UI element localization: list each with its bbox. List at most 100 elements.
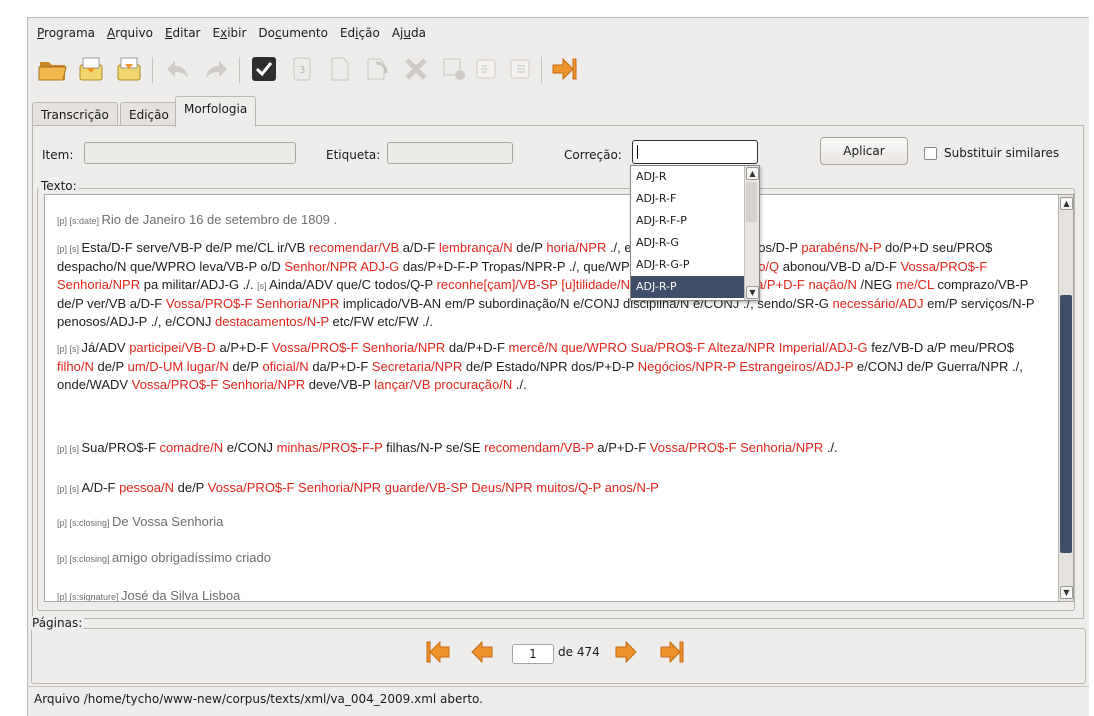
text-token: Sua/PRO$-F <box>81 440 160 455</box>
etiqueta-field[interactable] <box>387 142 513 164</box>
dropdown-option[interactable]: ADJ-R-G-P <box>631 254 744 276</box>
correcao-dropdown[interactable]: ADJ-R ADJ-R-F ADJ-R-F-P ADJ-R-G ADJ-R-G-P ADJ… <box>630 165 760 301</box>
page-number-input[interactable]: 1 <box>512 644 554 664</box>
highlighted-token: Vossa/PRO$-F Senhoria/NPR <box>271 340 446 355</box>
text-paragraph: [p] [s] Sua/PRO$-F comadre/N e/CONJ minh… <box>57 439 1047 458</box>
replace-similar-checkbox[interactable] <box>924 147 937 160</box>
markup-tag: [p] [s] <box>57 344 82 354</box>
text-token: fez/VB-D a/P meu/PRO$ <box>867 340 1015 355</box>
last-page-icon[interactable] <box>658 638 686 669</box>
markup-tag: [p] [s:signature] <box>57 592 122 602</box>
dropdown-option[interactable]: ADJ-R-G <box>631 232 744 254</box>
markup-tag: [p] [s] <box>57 444 82 454</box>
menu-item-text: Ed <box>339 26 356 40</box>
text-token: etc/FW etc/FW ./. <box>328 314 433 329</box>
text-token: Ainda/ADV que/C todos/Q-P <box>269 277 437 292</box>
markup-tag: [p] [s] <box>57 484 82 494</box>
apply-button[interactable]: Aplicar <box>820 137 908 165</box>
add-item-icon[interactable] <box>437 52 471 86</box>
tab-morfologia[interactable]: Morfologia <box>175 96 257 127</box>
text-token: de/P <box>174 480 208 495</box>
toolbar: 3 <box>28 52 1089 96</box>
toolbar-separator <box>152 57 153 83</box>
text-paragraph: [p] [s] Já/ADV participei/VB-D a/P+D-F V… <box>57 339 1047 394</box>
text-token: Rio de Janeiro 16 de setembro de 1809 . <box>101 212 338 227</box>
menu-item-3[interactable]: Exibir <box>213 26 247 44</box>
text-token: deve/VB-P <box>305 377 375 392</box>
menu-item-0[interactable]: Programa <box>37 26 95 44</box>
menu-item-2[interactable]: Editar <box>165 26 201 44</box>
checkmark-icon[interactable] <box>247 52 281 86</box>
etiqueta-label: Etiqueta: <box>326 148 381 162</box>
text-scrollbar[interactable]: ▲ ▼ <box>1058 195 1073 601</box>
dropdown-scrollbar[interactable]: ▲ ▼ <box>744 166 759 300</box>
dropdown-scroll-up-icon[interactable]: ▲ <box>746 167 759 180</box>
menu-item-6[interactable]: Ajuda <box>392 26 426 44</box>
highlighted-token: Vossa/PRO$-F Senhoria/NPR <box>165 296 340 311</box>
menu-item-4[interactable]: Documento <box>258 26 328 44</box>
open-folder-icon[interactable] <box>36 52 70 86</box>
markup-tag: [p] [s] <box>57 244 82 254</box>
align-list-icon[interactable] <box>503 52 537 86</box>
highlighted-token: Vossa/PRO$-F Senhoria/NPR guarde/VB-SP D… <box>207 480 659 495</box>
import-icon[interactable] <box>74 52 108 86</box>
delete-icon[interactable] <box>399 52 433 86</box>
page-number-icon[interactable]: 3 <box>285 52 319 86</box>
menu-item-1[interactable]: Arquivo <box>107 26 153 44</box>
text-token: a/D-F <box>399 240 439 255</box>
menu-item-text: E <box>212 26 221 40</box>
app-window: Programa Arquivo Editar Exibir Documento Ediç… <box>27 17 1089 716</box>
text-token: amigo obrigadíssimo criado <box>112 550 271 565</box>
text-token: da/P+D-F <box>445 340 509 355</box>
highlighted-token: me/CL <box>895 277 934 292</box>
markup-tag: [p] [s:date] <box>57 216 102 226</box>
first-page-icon[interactable] <box>424 638 452 669</box>
next-page-icon[interactable] <box>612 638 640 669</box>
dropdown-option[interactable]: ADJ-R <box>631 166 744 188</box>
markup-tag: [p] [s:closing] <box>57 518 113 528</box>
dropdown-option[interactable]: ADJ-R-P <box>631 276 744 298</box>
text-token: Já/ADV <box>81 340 130 355</box>
dropdown-option[interactable]: ADJ-R-F <box>631 188 744 210</box>
menu-item-mnemonic: P <box>37 26 45 40</box>
copy-page-icon[interactable] <box>361 52 395 86</box>
correcao-input[interactable] <box>632 140 758 164</box>
text-token: a/P+D-F <box>593 440 650 455</box>
item-field[interactable] <box>84 142 296 164</box>
markup-tag: [p] [s:closing] <box>57 554 113 564</box>
dropdown-scroll-down-icon[interactable]: ▼ <box>746 286 759 299</box>
previous-page-icon[interactable] <box>468 638 496 669</box>
menu-item-text: Aj <box>391 26 404 40</box>
dropdown-option[interactable]: ADJ-R-F-P <box>631 210 744 232</box>
exit-icon[interactable] <box>547 52 581 86</box>
menu-item-5[interactable]: Edição <box>340 26 380 44</box>
text-token: a/P+D-F <box>215 340 272 355</box>
text-token: de/P <box>93 359 128 374</box>
highlighted-token: Secretaria/NPR <box>371 359 463 374</box>
tab-edicao[interactable]: Edição <box>120 102 178 127</box>
correcao-label: Correção: <box>564 148 622 162</box>
undo-icon[interactable] <box>161 52 195 86</box>
highlighted-token: comadre/N <box>159 440 224 455</box>
new-page-icon[interactable] <box>323 52 357 86</box>
text-token: de/P Estado/NPR dos/P+D-P <box>462 359 638 374</box>
text-token: /NEG <box>856 277 896 292</box>
scroll-down-icon[interactable]: ▼ <box>1060 586 1073 599</box>
menu-item-mnemonic: E <box>164 26 173 40</box>
text-token: de/P <box>228 359 263 374</box>
text-editor[interactable]: [p] [s:date] Rio de Janeiro 16 de setemb… <box>44 194 1074 602</box>
highlighted-token: recomendam/VB-P <box>484 440 594 455</box>
highlighted-token: Vossa/PRO$-F Senhoria/NPR <box>131 377 306 392</box>
highlighted-token: lembrança/N <box>438 240 513 255</box>
dropdown-scroll-thumb[interactable] <box>746 182 757 222</box>
save-icon[interactable] <box>112 52 146 86</box>
text-token: De Vossa Senhoria <box>112 514 224 529</box>
scrollbar-thumb[interactable] <box>1060 295 1072 553</box>
redo-icon[interactable] <box>199 52 233 86</box>
scroll-up-icon[interactable]: ▲ <box>1060 197 1073 210</box>
menu-item-mnemonic: A <box>107 26 116 40</box>
menu-item-text: rograma <box>44 26 95 40</box>
align-right-icon[interactable] <box>469 52 503 86</box>
tab-transcricao[interactable]: Transcrição <box>32 102 118 127</box>
tab-bar: Transcrição Edição Morfologia <box>32 96 1082 127</box>
